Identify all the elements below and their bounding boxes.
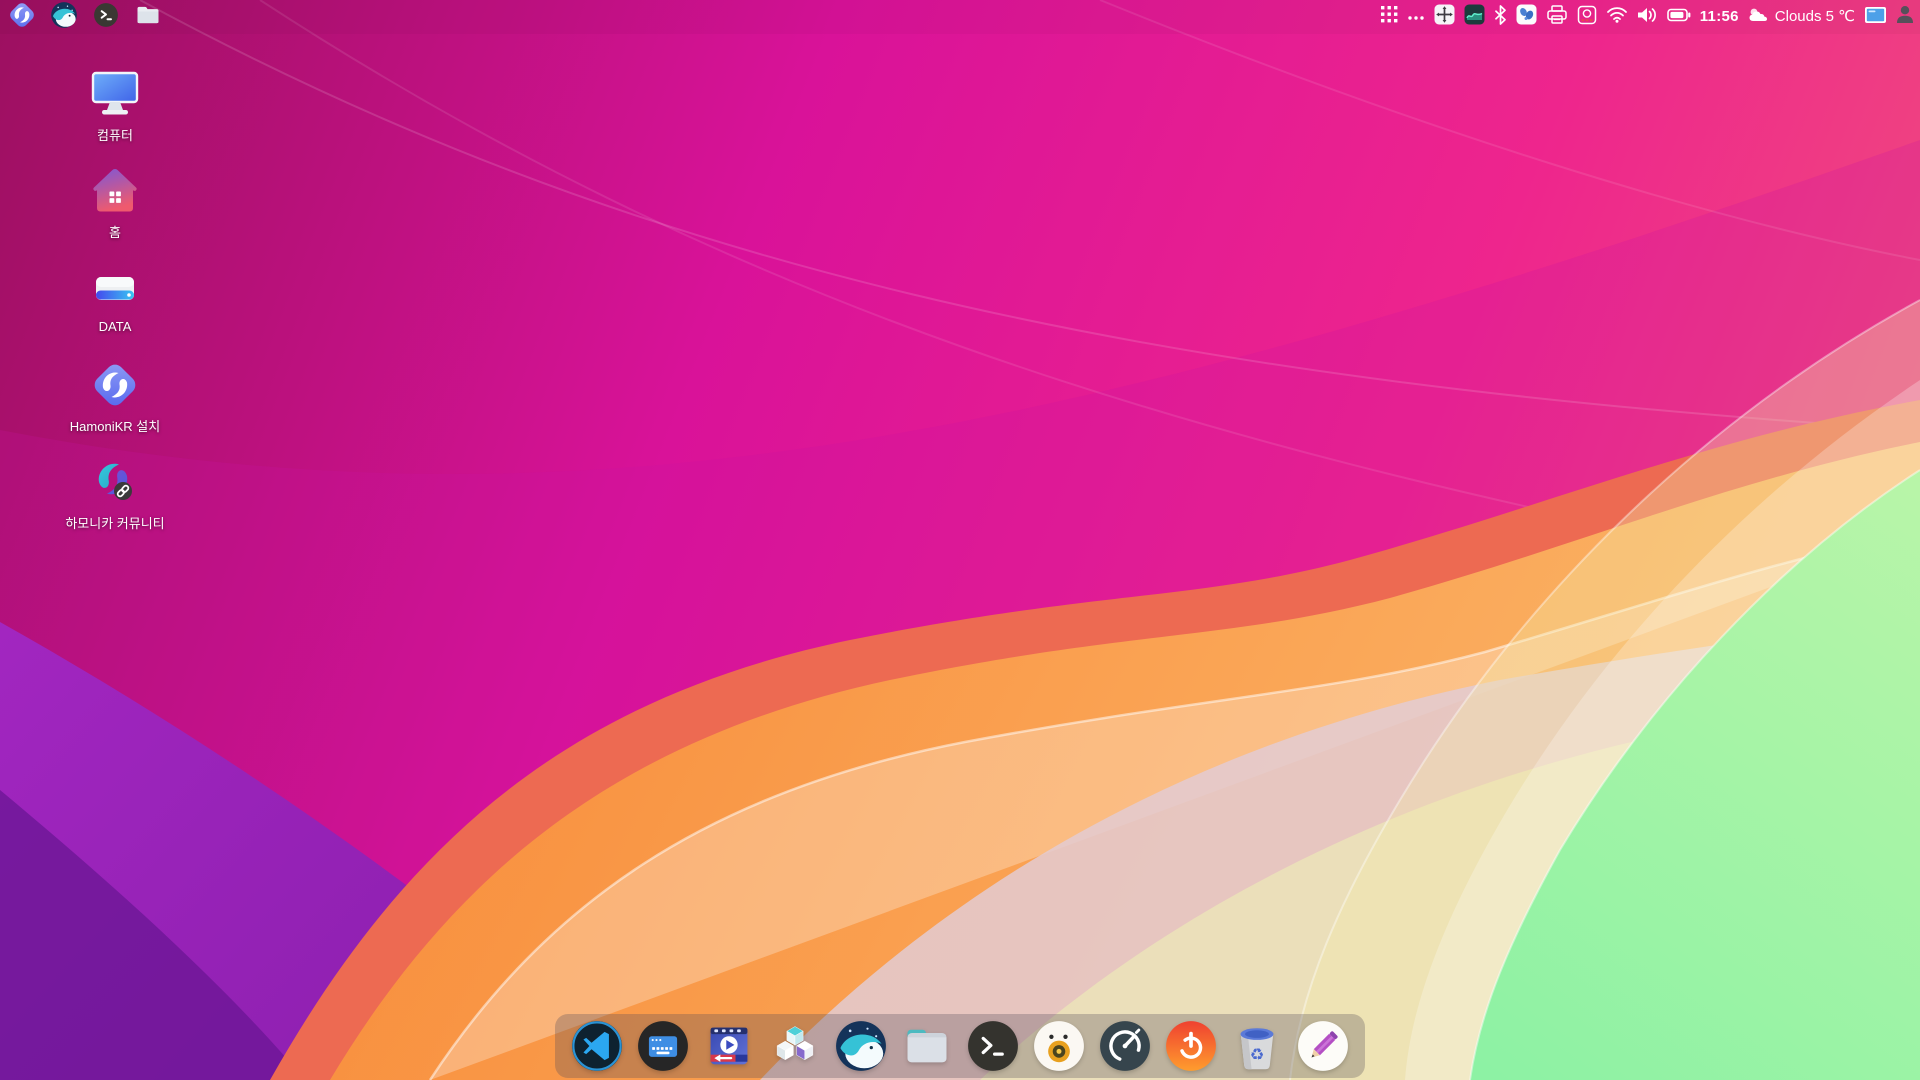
dock-item-virtual-keyboard[interactable] — [637, 1020, 689, 1072]
app-grid-icon — [1381, 6, 1398, 28]
volume-tray[interactable] — [1637, 2, 1658, 32]
computer-monitor-icon — [88, 62, 142, 120]
home-house-icon — [89, 159, 141, 217]
desktop-icon-installer[interactable]: HamoniKR 설치 — [52, 353, 178, 450]
hard-drive-icon — [90, 256, 140, 314]
weather-applet[interactable]: Clouds 5 ℃ — [1748, 2, 1855, 32]
move-tool-tray[interactable] — [1434, 2, 1455, 32]
trash-icon: ♻ — [1231, 1020, 1283, 1072]
dock-item-peek-recorder[interactable] — [1033, 1020, 1085, 1072]
move-tool-icon — [1434, 4, 1455, 30]
display-icon — [1864, 6, 1887, 29]
svg-text:♻: ♻ — [1250, 1045, 1265, 1064]
desktop-icon-label: 홈 — [109, 222, 121, 241]
input-method-tray[interactable] — [1516, 2, 1537, 32]
dock-item-whale-browser[interactable] — [835, 1020, 887, 1072]
input-method-butterfly-icon — [1516, 4, 1537, 30]
bluetooth-tray[interactable] — [1494, 2, 1507, 32]
overflow-ellipsis-icon — [1407, 8, 1425, 26]
vscode-icon — [571, 1020, 623, 1072]
tray-overflow-button[interactable] — [1407, 2, 1425, 32]
bluetooth-icon — [1494, 5, 1507, 30]
file-manager-icon — [901, 1020, 953, 1072]
virtual-keyboard-icon — [637, 1020, 689, 1072]
printer-tray[interactable] — [1546, 2, 1568, 32]
folder-icon — [134, 1, 162, 34]
system-monitor-tray[interactable] — [1464, 2, 1485, 32]
video-player-icon — [703, 1020, 755, 1072]
volume-icon — [1637, 6, 1658, 29]
dock-item-trash[interactable]: ♻ — [1231, 1020, 1283, 1072]
dock: ♻ — [555, 1014, 1365, 1078]
desktop-icon-label: DATA — [99, 319, 132, 334]
user-applet[interactable] — [1896, 2, 1914, 32]
dock-item-terminal[interactable] — [967, 1020, 1019, 1072]
scanner-device-icon — [1577, 5, 1597, 30]
clock-applet[interactable]: 11:56 — [1700, 2, 1739, 32]
desktop-screen: { "panel": { "launchers": [ {"name": "ha… — [0, 0, 1920, 1080]
system-tray: 11:56 Clouds 5 ℃ — [1381, 2, 1920, 32]
app-grid-button[interactable] — [1381, 2, 1398, 32]
desktop-icon-label: HamoniKR 설치 — [70, 416, 160, 435]
dock-item-file-manager[interactable] — [901, 1020, 953, 1072]
whale-browser-launcher[interactable] — [49, 2, 79, 32]
dock-item-text-editor[interactable] — [1297, 1020, 1349, 1072]
community-link-icon — [89, 450, 141, 508]
desktop-icon-column: 컴퓨터 홈 DATA — [52, 62, 178, 547]
clock-text: 11:56 — [1700, 2, 1739, 32]
desktop-icon-label: 하모니카 커뮤니티 — [65, 513, 164, 532]
scanner-device-tray[interactable] — [1577, 2, 1597, 32]
cloud-icon — [1748, 6, 1770, 28]
wallpaper — [0, 0, 1920, 1080]
desktop-icon-data-drive[interactable]: DATA — [52, 256, 178, 353]
wifi-icon — [1606, 6, 1628, 28]
top-panel: 11:56 Clouds 5 ℃ — [0, 0, 1920, 34]
file-manager-launcher[interactable] — [133, 2, 163, 32]
terminal-icon — [967, 1020, 1019, 1072]
desktop-icon-home[interactable]: 홈 — [52, 159, 178, 256]
hamonikr-menu-button[interactable] — [7, 2, 37, 32]
whale-browser-icon — [50, 1, 78, 34]
panel-launchers — [0, 2, 163, 32]
desktop-icon-label: 컴퓨터 — [97, 125, 133, 144]
dock-item-system-gauge[interactable] — [1099, 1020, 1151, 1072]
system-monitor-wave-icon — [1464, 4, 1485, 30]
terminal-icon — [93, 2, 119, 33]
text-editor-pencil-icon — [1297, 1020, 1349, 1072]
dock-item-boxes[interactable] — [769, 1020, 821, 1072]
desktop-icon-community[interactable]: 하모니카 커뮤니티 — [52, 450, 178, 547]
dock-item-video-player[interactable] — [703, 1020, 755, 1072]
terminal-launcher[interactable] — [91, 2, 121, 32]
battery-tray[interactable] — [1667, 2, 1691, 32]
network-tray[interactable] — [1606, 2, 1628, 32]
hamonikr-installer-icon — [89, 353, 141, 411]
system-gauge-icon — [1099, 1020, 1151, 1072]
dock-item-vscode[interactable] — [571, 1020, 623, 1072]
printer-icon — [1546, 5, 1568, 30]
boxes-icon — [769, 1020, 821, 1072]
dock-item-power[interactable] — [1165, 1020, 1217, 1072]
peek-recorder-icon — [1033, 1020, 1085, 1072]
power-icon — [1165, 1020, 1217, 1072]
user-icon — [1896, 5, 1914, 29]
hamonikr-logo-icon — [7, 0, 37, 35]
battery-icon — [1667, 8, 1691, 27]
weather-text: Clouds 5 ℃ — [1775, 2, 1855, 32]
display-settings-tray[interactable] — [1864, 2, 1887, 32]
whale-browser-icon — [835, 1020, 887, 1072]
desktop-icon-computer[interactable]: 컴퓨터 — [52, 62, 178, 159]
